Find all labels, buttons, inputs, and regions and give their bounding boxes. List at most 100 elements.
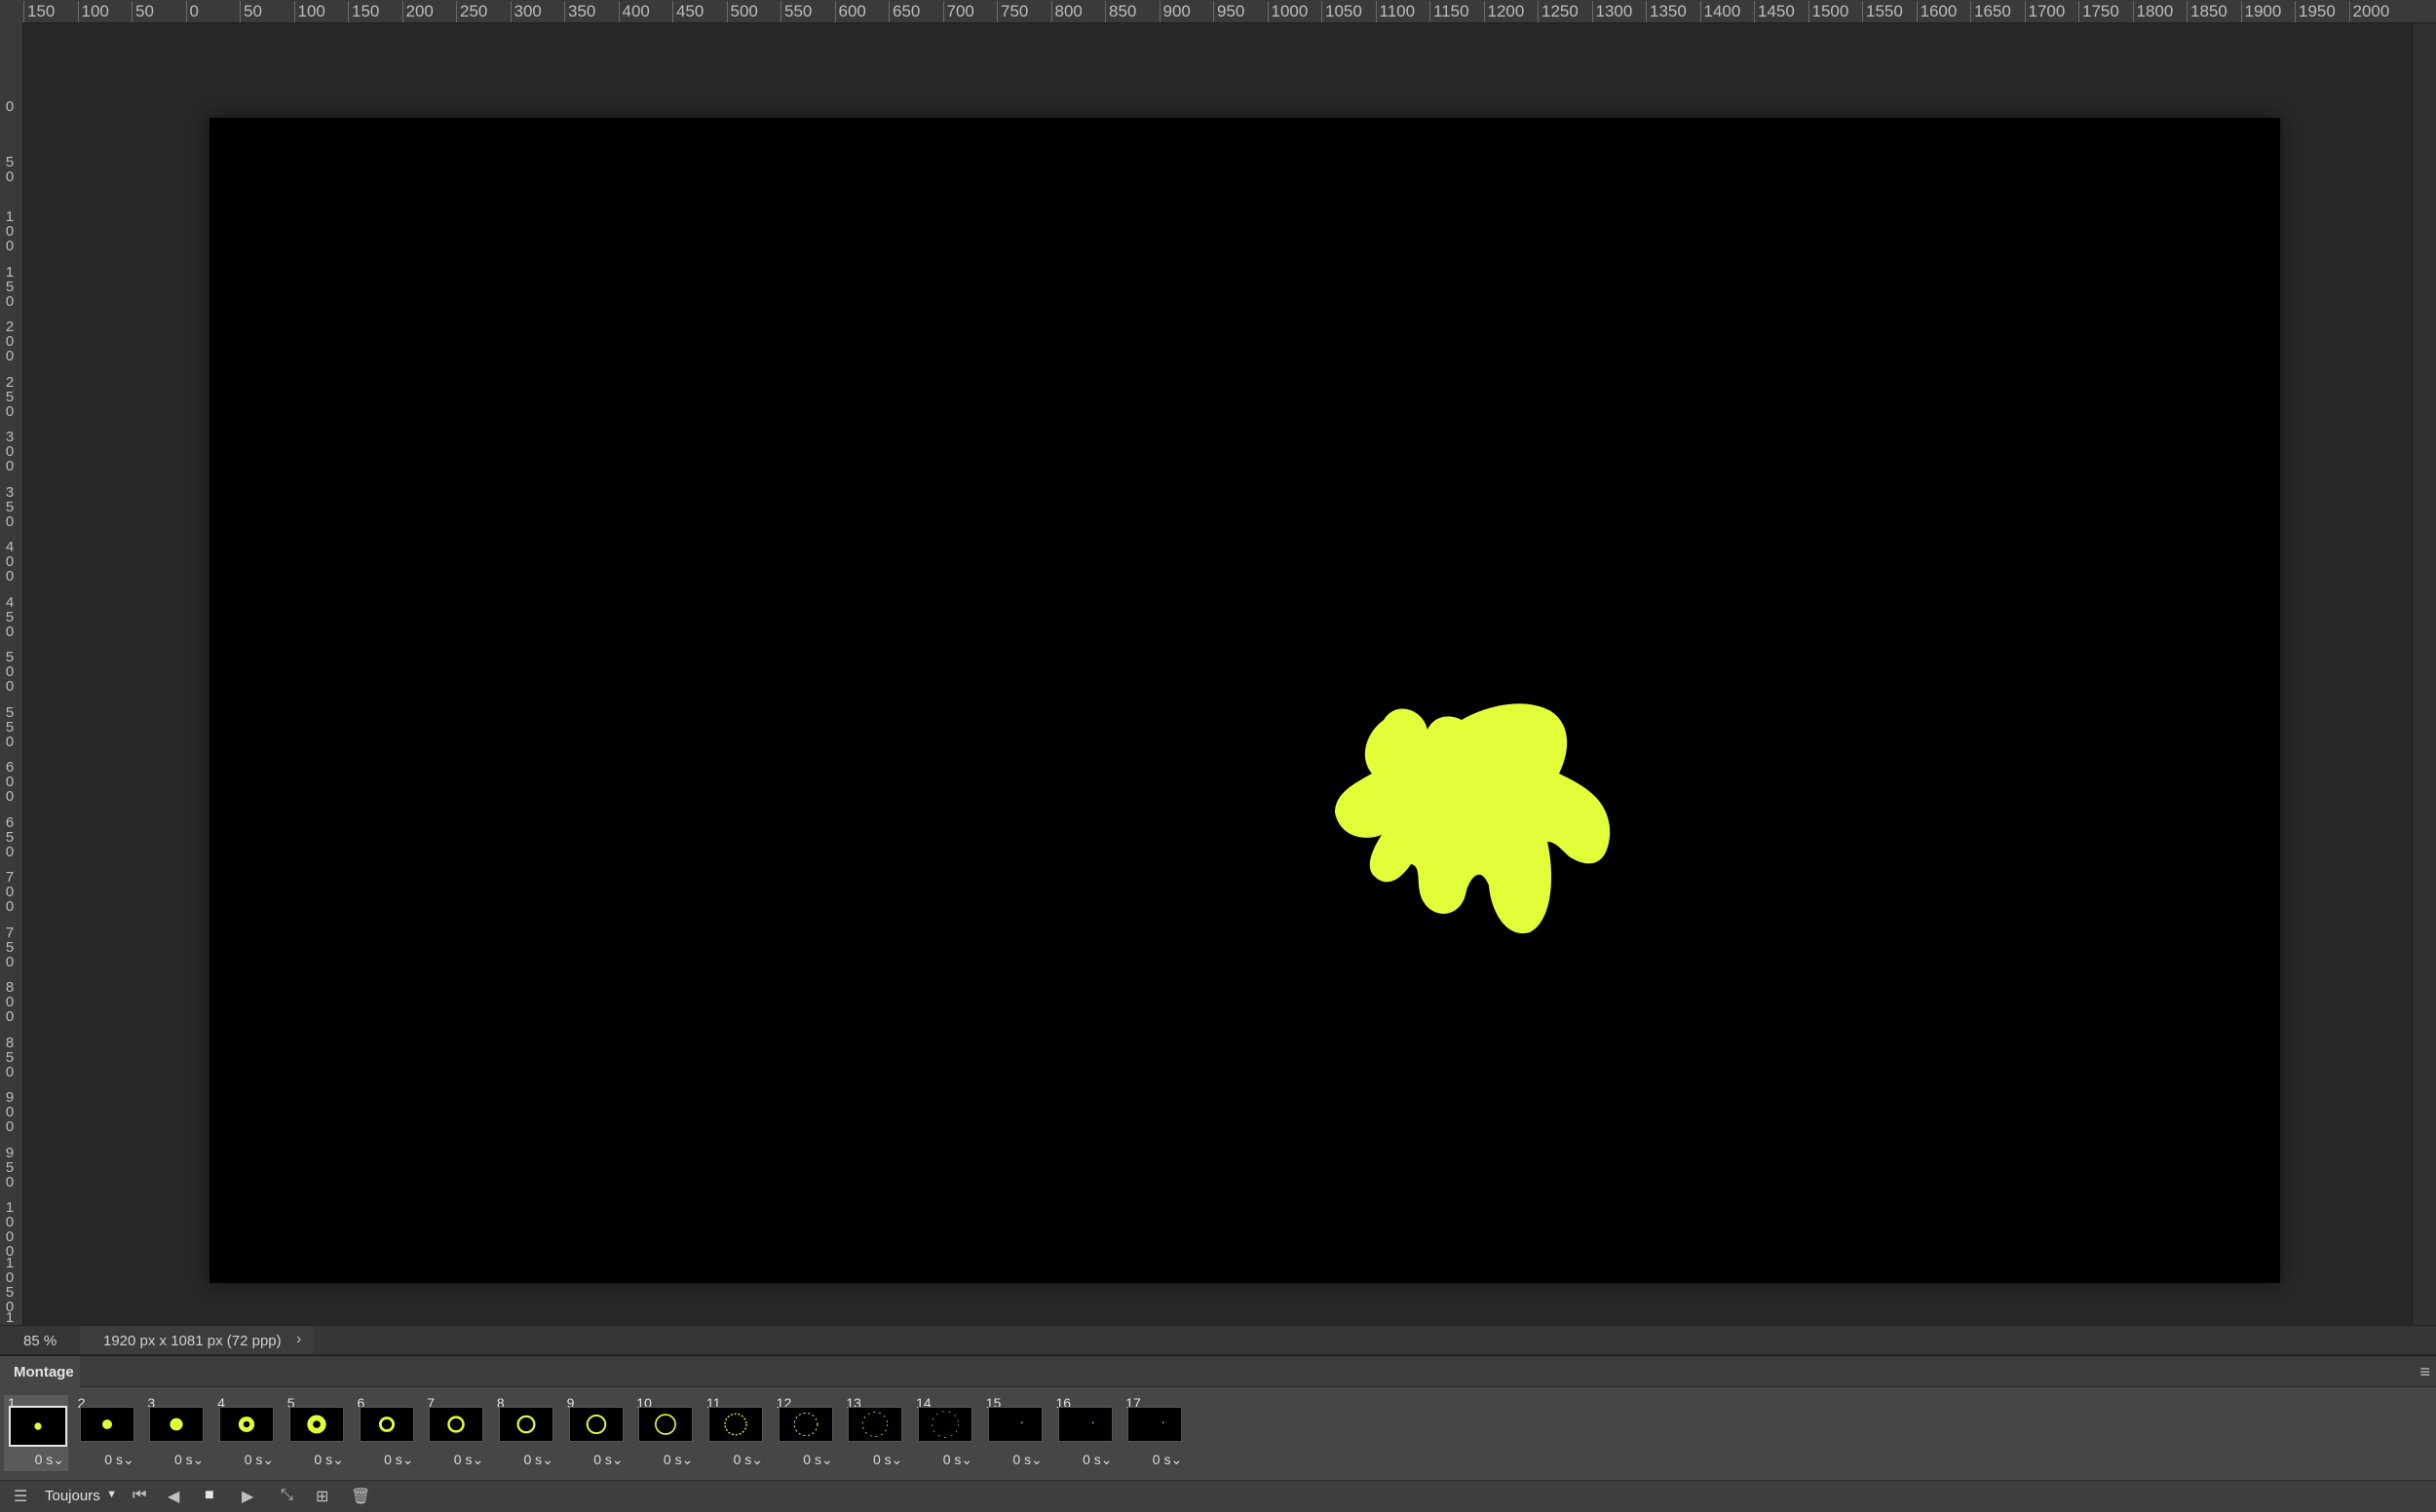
frame-delay[interactable]: 0 s⌄ <box>314 1452 343 1468</box>
ruler-top-label: 1700 <box>2028 2 2066 20</box>
timeline-convert-icon[interactable]: ☰ <box>14 1487 27 1506</box>
frame-delay[interactable]: 0 s⌄ <box>803 1452 832 1468</box>
animation-frame[interactable]: 40 s⌄ <box>213 1395 278 1471</box>
ruler-tick <box>2078 1 2079 22</box>
ruler-top-label: 1800 <box>2136 2 2174 20</box>
frame-delay[interactable]: 0 s⌄ <box>454 1452 483 1468</box>
frame-thumbnail <box>568 1407 624 1442</box>
frame-delay[interactable]: 0 s⌄ <box>1083 1452 1112 1468</box>
ruler-tick <box>185 1 187 22</box>
ruler-tick <box>240 1 241 22</box>
animation-frame[interactable]: 10 0 s⌄ <box>632 1395 697 1471</box>
animation-frame[interactable]: 15 0 s⌄ <box>982 1395 1047 1471</box>
document-canvas[interactable] <box>209 118 2280 1283</box>
ruler-tick <box>1538 1 1539 22</box>
frame-delay[interactable]: 0 s⌄ <box>664 1452 693 1468</box>
loop-options-select[interactable]: Toujours ▼ <box>39 1486 119 1507</box>
frame-delay[interactable]: 0 s⌄ <box>245 1452 274 1468</box>
animation-frame[interactable]: 11 0 s⌄ <box>703 1395 767 1471</box>
ruler-top-label: 1100 <box>1379 2 1416 20</box>
animation-frame[interactable]: 50 s⌄ <box>284 1395 348 1471</box>
frame-delay[interactable]: 0 s⌄ <box>104 1452 133 1468</box>
ruler-tick <box>2132 1 2134 22</box>
ruler-tick <box>2240 1 2242 22</box>
ruler-left-label: 150 <box>5 263 15 310</box>
frame-thumbnail-image <box>101 1419 112 1429</box>
frame-thumbnail <box>498 1407 553 1442</box>
animation-frame[interactable]: 80 s⌄ <box>493 1395 557 1471</box>
ruler-top-label: 950 <box>1217 2 1245 20</box>
frame-delay[interactable]: 0 s⌄ <box>384 1452 413 1468</box>
frame-delay[interactable]: 0 s⌄ <box>174 1452 204 1468</box>
frame-delay[interactable]: 0 s⌄ <box>943 1452 972 1468</box>
ruler-tick <box>2024 1 2026 22</box>
ruler-horizontal[interactable]: 150 100 50 0 50 100 150 200 250 300 350 400 450 500 55… <box>0 0 2436 23</box>
document-info: 1920 px x 1081 px (72 ppp) <box>80 1326 314 1355</box>
ruler-top-label: 1900 <box>2244 2 2282 20</box>
ruler-left-label: 850 <box>5 1034 15 1080</box>
tab-montage[interactable]: Montage <box>0 1356 80 1387</box>
document-workspace[interactable] <box>24 24 2412 1325</box>
delete-frame-icon[interactable]: 🗑 <box>351 1487 370 1506</box>
ruler-top-label: 50 <box>244 2 262 20</box>
animation-frame[interactable]: 14 0 s⌄ <box>912 1395 976 1471</box>
ruler-tick <box>77 1 79 22</box>
ruler-top-label: 150 <box>27 2 56 20</box>
stop-icon[interactable]: ■ <box>205 1487 214 1504</box>
frame-thumbnail <box>9 1406 67 1447</box>
animation-frame[interactable]: 70 s⌄ <box>423 1395 487 1471</box>
vertical-scrollbar[interactable] <box>2412 23 2436 1325</box>
ruler-top-label: 1150 <box>1433 2 1469 20</box>
animation-frame[interactable]: 13 0 s⌄ <box>842 1395 906 1471</box>
ruler-tick <box>1970 1 1971 22</box>
animation-frame[interactable]: 60 s⌄ <box>354 1395 418 1471</box>
animation-frame[interactable]: 20 s⌄ <box>74 1395 138 1471</box>
panel-title: Montage <box>14 1364 74 1380</box>
frame-delay[interactable]: 0 s⌄ <box>1012 1452 1042 1468</box>
ruler-left-label: 100 <box>5 208 15 254</box>
frame-thumbnail <box>1127 1407 1183 1442</box>
frame-delay[interactable]: 0 s⌄ <box>523 1452 552 1468</box>
frame-thumbnail-image <box>724 1413 747 1436</box>
tween-icon[interactable]: ⤡ <box>281 1487 293 1504</box>
timeline-panel: Montage ≡ 10 s⌄ 2 0 s⌄ 3 0 s⌄ 4 0 s⌄ 5 0 s⌄ 6 0 s⌄… <box>0 1354 2436 1512</box>
animation-frame[interactable]: 12 0 s⌄ <box>773 1395 837 1471</box>
frame-delay[interactable]: 0 s⌄ <box>35 1452 64 1468</box>
frame-delay[interactable]: 0 s⌄ <box>873 1452 902 1468</box>
ruler-left-label: 200 <box>5 319 15 364</box>
zoom-level[interactable]: 85 % <box>23 1333 57 1349</box>
frame-thumbnail <box>149 1407 205 1442</box>
frame-delay[interactable]: 0 s⌄ <box>1153 1452 1182 1468</box>
animation-frame[interactable]: 90 s⌄ <box>563 1395 628 1471</box>
previous-frame-icon[interactable]: ◀ <box>168 1487 179 1506</box>
ruler-left-label: 450 <box>5 593 15 640</box>
frame-delay[interactable]: 0 s⌄ <box>593 1452 623 1468</box>
ruler-top-label: 1500 <box>1811 2 1849 20</box>
frame-delay[interactable]: 0 s⌄ <box>734 1452 763 1468</box>
ruler-tick <box>1699 1 1701 22</box>
ruler-tick <box>1862 1 1863 22</box>
ruler-left-label: 800 <box>5 979 15 1025</box>
ruler-top-label: 100 <box>81 2 109 20</box>
ruler-left-label: 750 <box>5 924 15 970</box>
status-expand-icon[interactable]: › <box>296 1331 301 1348</box>
yellow-splash-shape <box>1335 703 1611 934</box>
ruler-vertical[interactable]: 0 50 100 150 200 250 300 350 400 450 500 550 600 650 7… <box>0 23 23 1325</box>
ruler-top-label: 1200 <box>1487 2 1525 20</box>
animation-frame[interactable]: 10 s⌄ <box>4 1395 68 1471</box>
next-frame-icon[interactable]: ▶ <box>242 1487 253 1506</box>
duplicate-frame-icon[interactable]: ⊞ <box>316 1487 328 1506</box>
panel-menu-icon[interactable]: ≡ <box>2419 1362 2430 1382</box>
ruler-tick <box>132 1 133 22</box>
ruler-tick <box>1754 1 1755 22</box>
animation-frame[interactable]: 30 s⌄ <box>143 1395 208 1471</box>
ruler-left-label: 350 <box>5 483 15 530</box>
frame-thumbnail <box>219 1407 275 1442</box>
ruler-top-label: 1750 <box>2082 2 2119 20</box>
animation-frame[interactable]: 17 0 s⌄ <box>1122 1395 1186 1471</box>
first-frame-icon[interactable]: ⏮ <box>133 1487 146 1504</box>
animation-frame[interactable]: 16 0 s⌄ <box>1052 1395 1117 1471</box>
ruler-left-label: 550 <box>5 703 15 750</box>
ruler-tick <box>1429 1 1430 22</box>
ruler-tick <box>1591 1 1593 22</box>
